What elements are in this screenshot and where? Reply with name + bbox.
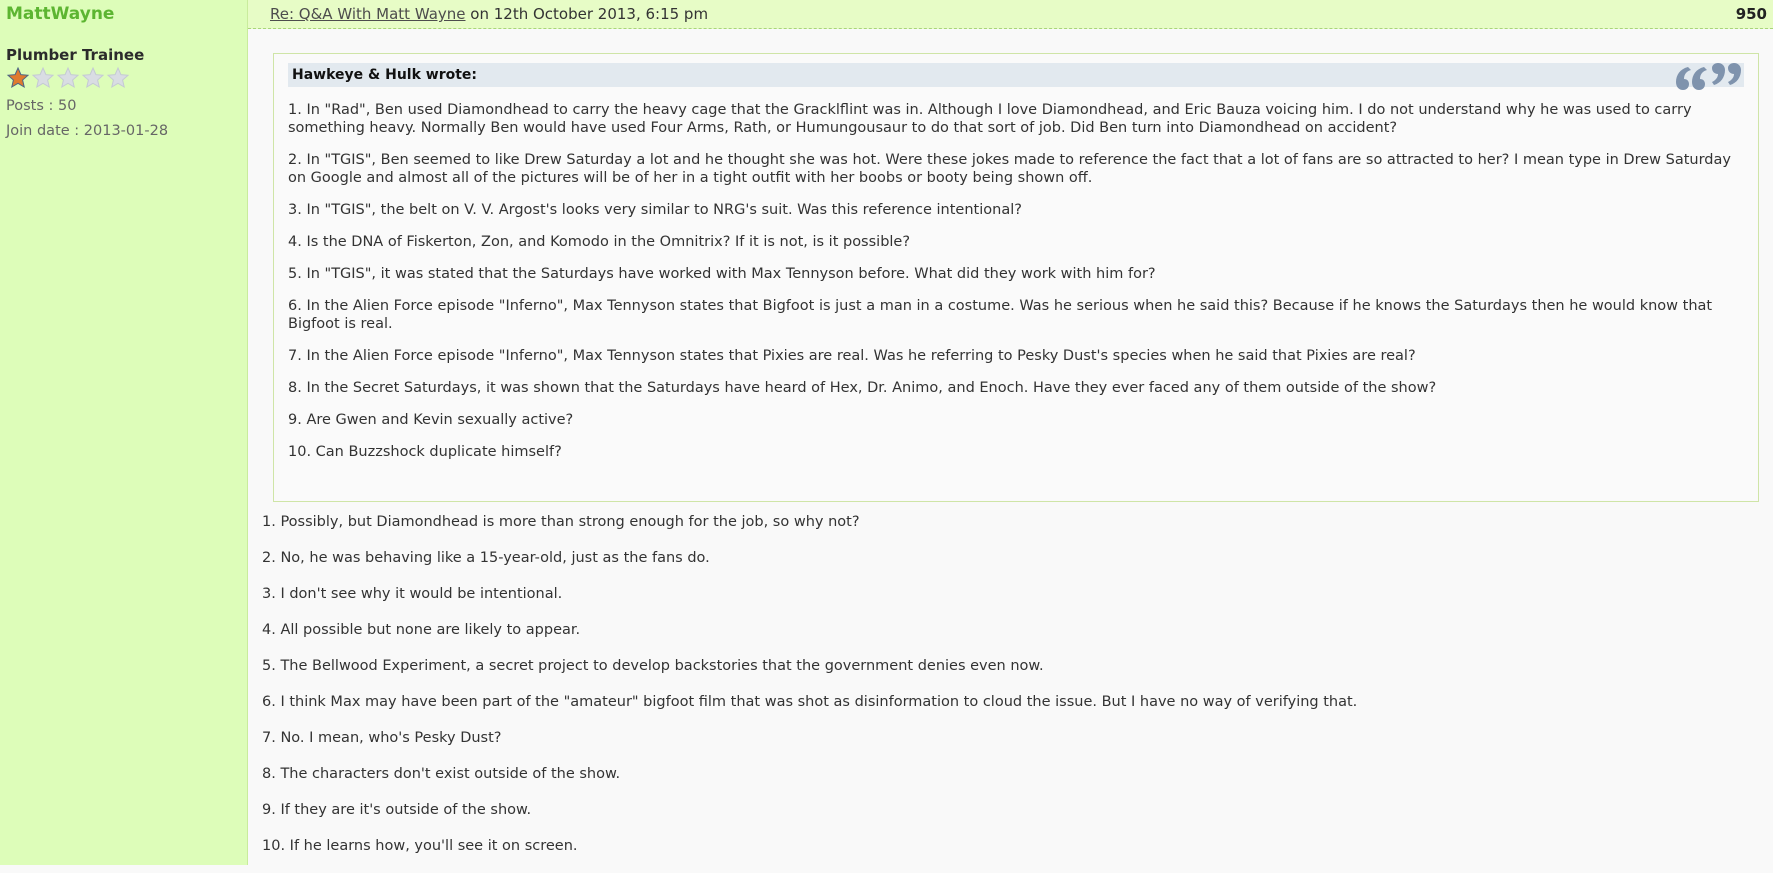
quote-author: Hawkeye & Hulk wrote:: [292, 67, 478, 83]
user-rank: Plumber Trainee: [6, 46, 145, 64]
answer-item: 10. If he learns how, you'll see it on s…: [262, 838, 578, 854]
quote-header: Hawkeye & Hulk wrote:: [288, 63, 1744, 90]
post-count: Posts : 50: [6, 98, 77, 114]
quote-question: 10. Can Buzzshock duplicate himself?: [288, 444, 562, 460]
quote-question: 3. In "TGIS", the belt on V. V. Argost's…: [288, 202, 1022, 218]
username-link[interactable]: MattWayne: [6, 4, 241, 24]
quote-question: 2. In "TGIS", Ben seemed to like Drew Sa…: [288, 152, 1731, 186]
post-number[interactable]: 950: [1736, 4, 1767, 24]
quote-question: 4. Is the DNA of Fiskerton, Zon, and Kom…: [288, 234, 911, 250]
answer-item: 8. The characters don't exist outside of…: [262, 766, 621, 782]
star-icon: [6, 66, 30, 89]
quote-block: Hawkeye & Hulk wrote: 1. In "Rad", Ben u…: [273, 53, 1759, 502]
quote-question: 5. In "TGIS", it was stated that the Sat…: [288, 266, 1156, 282]
quote-question: 8. In the Secret Saturdays, it was shown…: [288, 380, 1437, 396]
post-content: Re: Q&A With Matt Wayne on 12th October …: [248, 0, 1773, 865]
star-icon: [106, 66, 130, 89]
answer-item: 7. No. I mean, who's Pesky Dust?: [262, 730, 502, 746]
quote-question: 7. In the Alien Force episode "Inferno",…: [288, 348, 1416, 364]
answer-list: 1. Possibly, but Diamondhead is more tha…: [262, 513, 1763, 873]
quote-question: 9. Are Gwen and Kevin sexually active?: [288, 412, 574, 428]
answer-item: 1. Possibly, but Diamondhead is more tha…: [262, 514, 860, 530]
quote-body: 1. In "Rad", Ben used Diamondhead to car…: [288, 101, 1744, 461]
answer-item: 6. I think Max may have been part of the…: [262, 694, 1358, 710]
quote-question: 6. In the Alien Force episode "Inferno",…: [288, 298, 1713, 332]
user-profile-sidebar: MattWayne Plumber Trainee Posts : 50 Joi…: [0, 0, 248, 865]
post-header: Re: Q&A With Matt Wayne on 12th October …: [248, 0, 1773, 29]
quote-question: 1. In "Rad", Ben used Diamondhead to car…: [288, 102, 1692, 136]
post-title-link[interactable]: Re: Q&A With Matt Wayne: [270, 5, 466, 23]
answer-item: 2. No, he was behaving like a 15-year-ol…: [262, 550, 710, 566]
answer-item: 3. I don't see why it would be intention…: [262, 586, 563, 602]
star-icon: [31, 66, 55, 89]
answer-item: 9. If they are it's outside of the show.: [262, 802, 532, 818]
post-date: on 12th October 2013, 6:15 pm: [470, 5, 709, 23]
quote-icon: [1676, 63, 1741, 90]
answer-item: 5. The Bellwood Experiment, a secret pro…: [262, 658, 1044, 674]
answer-item: 4. All possible but none are likely to a…: [262, 622, 581, 638]
forum-post: MattWayne Plumber Trainee Posts : 50 Joi…: [0, 0, 1773, 865]
star-icon: [81, 66, 105, 89]
rank-stars: [6, 66, 241, 90]
star-icon: [56, 66, 80, 89]
join-date: Join date : 2013-01-28: [6, 123, 169, 139]
